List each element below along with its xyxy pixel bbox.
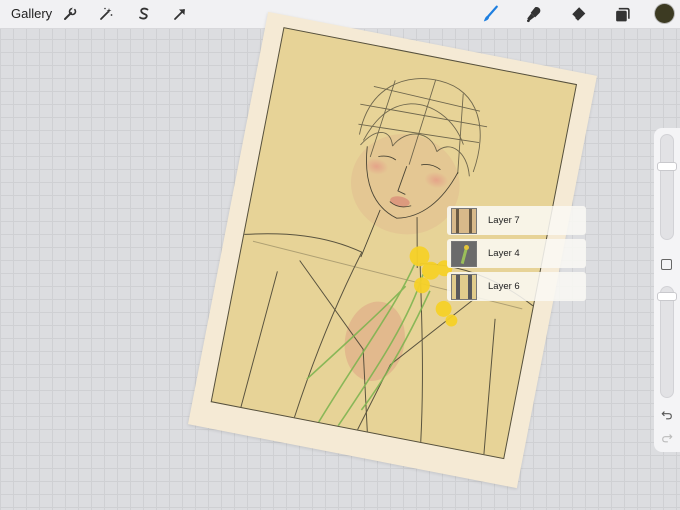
color-picker-swatch[interactable] [655,4,674,23]
side-bar [654,128,680,452]
selection-s-icon [139,7,149,20]
eraser-tool-button[interactable] [566,3,590,25]
top-toolbar: Gallery [0,0,680,29]
undo-icon [661,411,672,420]
brush-icon [483,5,498,22]
layer-thumbnail [451,207,477,234]
eraser-icon [571,7,586,21]
layer-row-layer-4[interactable]: Layer 4 [447,239,586,268]
magic-wand-icon [100,7,113,20]
layer-name: Layer 7 [488,215,520,226]
layer-name: Layer 4 [488,248,520,259]
layer-thumbnail [451,240,477,267]
opacity-slider-handle[interactable] [657,292,677,301]
undo-button[interactable] [660,408,674,422]
adjustments-button[interactable] [95,3,117,25]
brush-size-slider[interactable] [657,134,677,240]
smudge-tool-button[interactable] [522,3,546,25]
brush-tool-button[interactable] [478,3,502,25]
transform-button[interactable] [169,3,191,25]
arrow-transform-icon [174,9,185,20]
modify-button[interactable] [661,259,672,270]
redo-button[interactable] [660,431,674,445]
layer-row-layer-7[interactable]: Layer 7 [447,206,586,235]
brush-size-slider-handle[interactable] [657,162,677,171]
redo-icon [662,434,673,443]
layer-thumbnail [451,273,477,300]
layers-button[interactable] [610,3,634,25]
opacity-slider[interactable] [657,286,677,398]
selection-button[interactable] [133,3,155,25]
layers-icon [615,7,630,21]
smudge-icon [527,7,541,23]
layer-row-layer-6[interactable]: Layer 6 [447,272,586,301]
gallery-button[interactable]: Gallery [11,6,52,21]
wrench-icon [64,7,77,20]
layer-name: Layer 6 [488,281,520,292]
actions-button[interactable] [59,3,81,25]
